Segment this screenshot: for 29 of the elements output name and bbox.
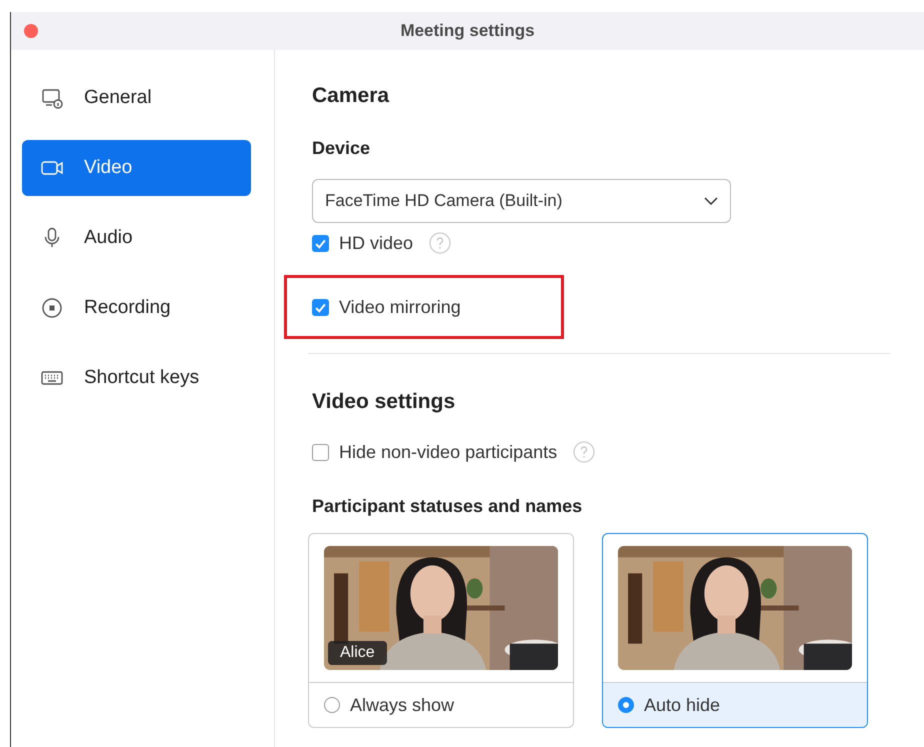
- option-label: Always show: [350, 694, 454, 716]
- sidebar-item[interactable]: Video: [22, 140, 251, 196]
- checkbox[interactable]: [312, 444, 329, 460]
- sidebar-item[interactable]: Shortcut keys: [22, 350, 251, 406]
- checkbox-label: Hide non-video participants: [339, 442, 558, 462]
- option-card[interactable]: Alice Always show: [308, 533, 574, 728]
- checkbox-label: HD video: [339, 232, 414, 254]
- radio-button[interactable]: [618, 697, 634, 713]
- checkbox[interactable]: [312, 298, 329, 316]
- help-icon[interactable]: [429, 232, 452, 254]
- record-icon: [40, 296, 64, 320]
- checkbox[interactable]: [312, 234, 329, 252]
- option-card[interactable]: Auto hide: [602, 533, 868, 728]
- radio-button[interactable]: [324, 697, 340, 713]
- sidebar-item[interactable]: Recording: [22, 280, 251, 336]
- section-heading: Video settings: [312, 390, 456, 414]
- window-title: Meeting settings: [400, 21, 535, 41]
- sidebar-item[interactable]: General: [22, 70, 251, 126]
- field-label: Device: [312, 138, 372, 159]
- checkbox-label: Video mirroring: [339, 296, 461, 318]
- sidebar-item[interactable]: Audio: [22, 210, 251, 266]
- field-label: Participant statuses and names: [312, 496, 584, 517]
- device-dropdown[interactable]: FaceTime HD Camera (Built-in): [312, 179, 731, 223]
- name-tag: Alice: [328, 641, 387, 665]
- close-button[interactable]: [24, 24, 38, 38]
- chevron-icon: [704, 197, 718, 205]
- help-icon[interactable]: [573, 441, 596, 463]
- section-heading: Camera: [312, 84, 390, 108]
- option-label: Auto hide: [644, 694, 720, 716]
